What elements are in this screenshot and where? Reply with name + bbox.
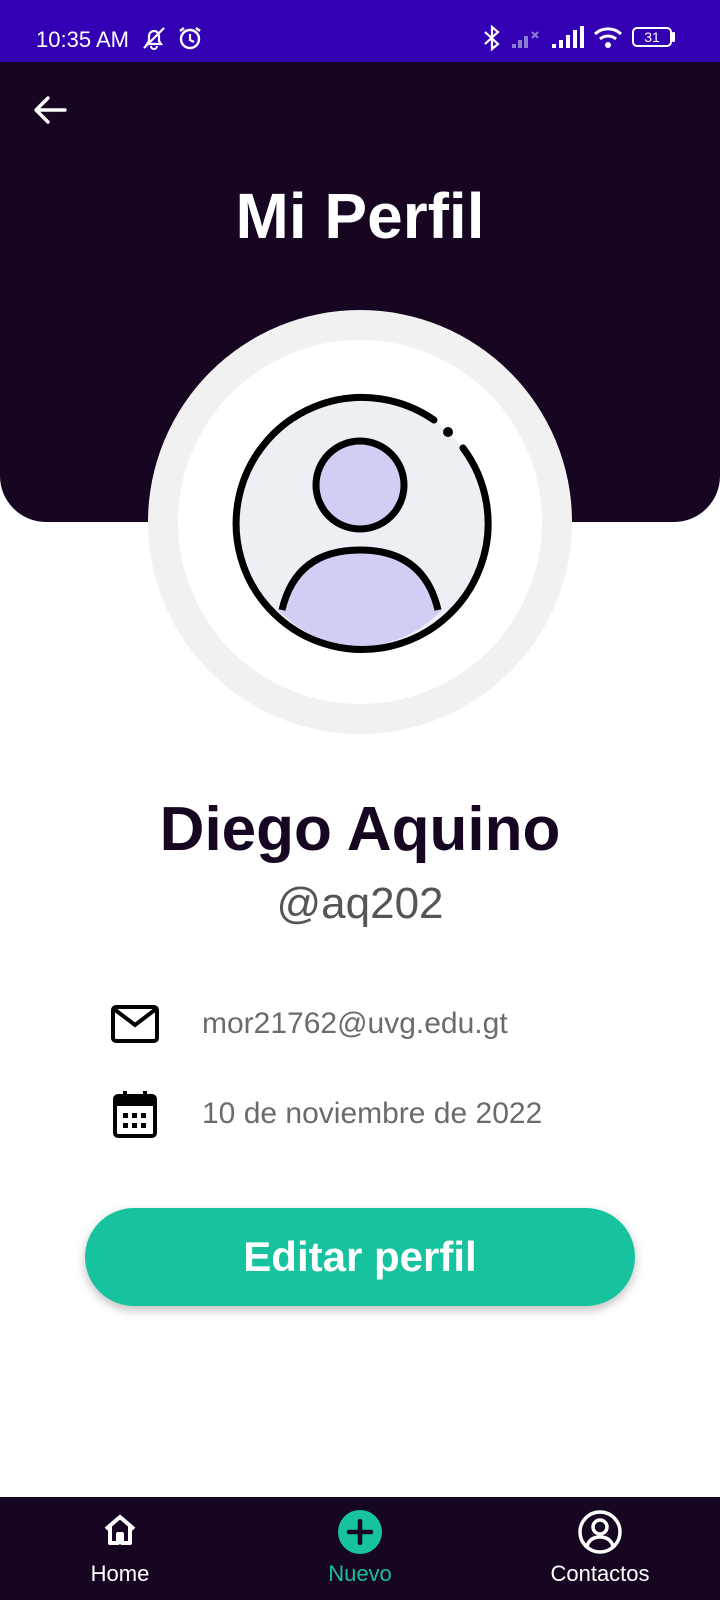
wifi-icon — [592, 24, 624, 57]
email-text: mor21762@uvg.edu.gt — [202, 1007, 508, 1040]
home-icon — [0, 1511, 240, 1549]
nav-label-home: Home — [90, 1561, 150, 1586]
user-avatar-icon — [226, 388, 494, 661]
add-circle-icon — [240, 1509, 480, 1555]
nav-label-contactos: Contactos — [550, 1561, 650, 1586]
battery-icon: 31 — [632, 27, 675, 47]
email-row: mor21762@uvg.edu.gt — [110, 999, 670, 1049]
mute-notifications-icon — [140, 24, 168, 57]
nav-item-nuevo[interactable]: Nuevo — [240, 1497, 480, 1600]
user-handle: @aq202 — [276, 879, 444, 928]
calendar-icon — [110, 1089, 160, 1144]
signal-icon — [550, 24, 584, 57]
alarm-icon — [176, 24, 204, 57]
back-button[interactable] — [30, 92, 70, 132]
bottom-nav: Home Nuevo Contactos — [0, 1497, 720, 1600]
edit-profile-button[interactable]: Editar perfil — [85, 1208, 635, 1306]
nav-item-home[interactable]: Home — [0, 1497, 240, 1600]
mail-icon — [110, 999, 160, 1054]
account-circle-icon — [480, 1509, 720, 1555]
bluetooth-icon — [482, 24, 502, 57]
user-name: Diego Aquino — [159, 795, 561, 864]
date-row: 10 de noviembre de 2022 — [110, 1089, 670, 1139]
nav-label-nuevo: Nuevo — [328, 1561, 392, 1586]
status-bar: 10:35 AM 31 — [0, 0, 720, 62]
no-signal-icon — [510, 24, 542, 57]
page-title: Mi Perfil — [235, 180, 485, 252]
battery-level: 31 — [632, 27, 672, 47]
arrow-left-icon — [33, 95, 67, 130]
nav-item-contactos[interactable]: Contactos — [480, 1497, 720, 1600]
date-text: 10 de noviembre de 2022 — [202, 1097, 543, 1130]
